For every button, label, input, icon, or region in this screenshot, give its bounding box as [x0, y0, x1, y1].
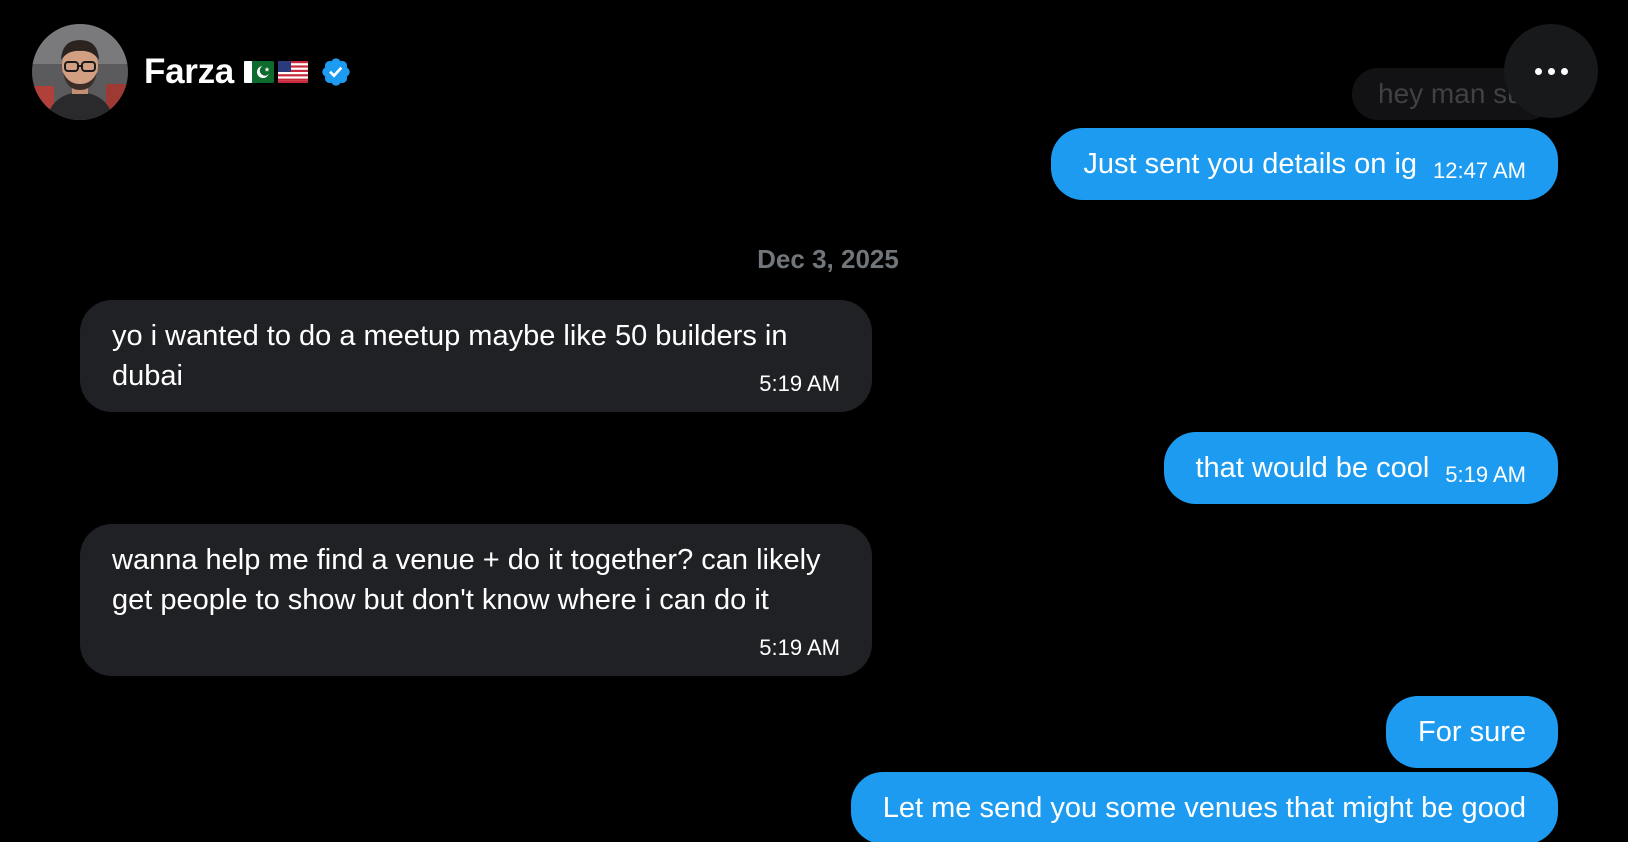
dm-conversation-view: hey man su Farza Just sent you details o…	[0, 0, 1628, 842]
sent-message-bubble[interactable]: For sure	[1386, 696, 1558, 768]
sent-message-bubble[interactable]: Let me send you some venues that might b…	[850, 772, 1558, 842]
message-timestamp: 5:19 AM	[759, 371, 840, 396]
more-options-button[interactable]	[1504, 24, 1598, 118]
message-text: For sure	[1418, 716, 1526, 748]
faded-message-text: hey man su	[1378, 78, 1523, 109]
message-timestamp: 5:19 AM	[1445, 462, 1526, 487]
message-text: wanna help me find a venue + do it toget…	[112, 544, 821, 616]
message-text: Just sent you details on ig	[1083, 148, 1418, 180]
conversation-header: Farza	[32, 24, 352, 120]
verified-badge-icon	[320, 56, 352, 88]
received-message-bubble[interactable]: yo i wanted to do a meetup maybe like 50…	[80, 300, 872, 412]
message-timestamp: 12:47 AM	[1433, 158, 1526, 183]
contact-name[interactable]: Farza	[144, 52, 234, 92]
date-separator: Dec 3, 2025	[757, 244, 899, 274]
pakistan-flag-icon	[243, 61, 274, 83]
sent-message-bubble[interactable]: Just sent you details on ig 12:47 AM	[1051, 128, 1558, 200]
message-text: Let me send you some venues that might b…	[882, 792, 1526, 824]
message-text: yo i wanted to do a meetup maybe like 50…	[112, 320, 788, 392]
received-message-bubble[interactable]: wanna help me find a venue + do it toget…	[80, 524, 872, 676]
more-horizontal-icon	[1534, 67, 1542, 75]
avatar[interactable]	[32, 24, 128, 120]
message-text: that would be cool	[1195, 452, 1430, 484]
usa-flag-icon	[277, 61, 308, 83]
message-timestamp: 5:19 AM	[759, 635, 840, 660]
sent-message-bubble[interactable]: that would be cool 5:19 AM	[1163, 432, 1558, 504]
